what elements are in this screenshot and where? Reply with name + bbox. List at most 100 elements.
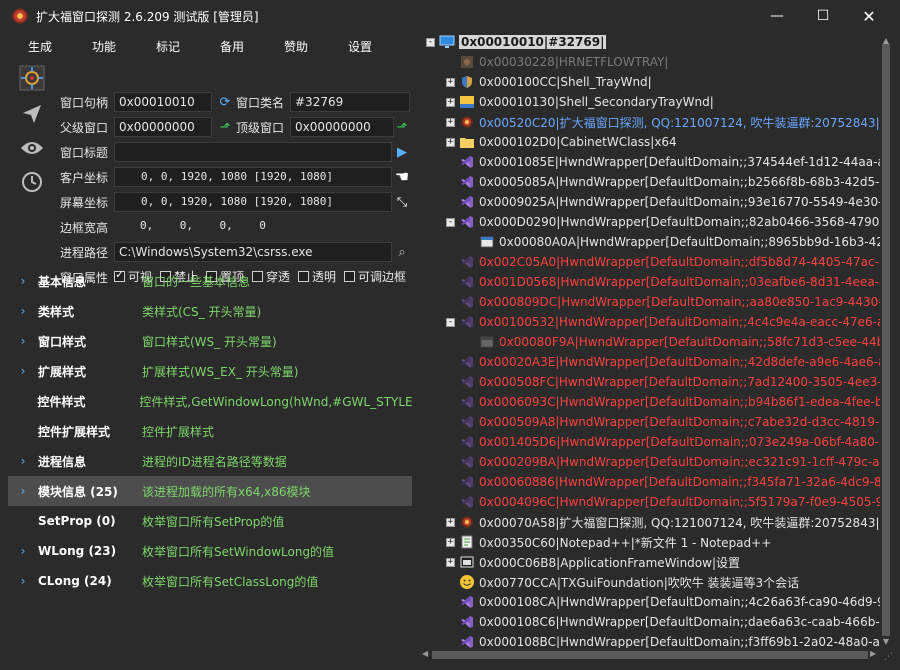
close-button[interactable]: ✕	[846, 0, 892, 32]
tree-node[interactable]: - 0x00100532|HwndWrapper[DefaultDomain;;4…	[446, 312, 880, 332]
tree-node[interactable]: 0x000809DC|HwndWrapper[DefaultDomain;;aa…	[446, 292, 880, 312]
send-icon[interactable]	[18, 100, 46, 128]
section-row[interactable]: › 进程信息 进程的ID进程名路径等数据	[8, 446, 412, 476]
section-row[interactable]: › 模块信息 (25) 该进程加载的所有x64,x86模块	[8, 476, 412, 506]
target-icon	[459, 114, 475, 130]
collapse-minus-icon[interactable]: -	[426, 37, 435, 47]
tree-node[interactable]: 0x00080F9A|HwndWrapper[DefaultDomain;;58…	[466, 332, 880, 352]
vertical-scroll-thumb[interactable]	[882, 44, 890, 636]
section-row[interactable]: › 基本信息 窗口的一些基本信息	[8, 266, 412, 296]
tree-node[interactable]: 0x0006093C|HwndWrapper[DefaultDomain;;b9…	[446, 392, 880, 412]
tree-node[interactable]: 0x00030228|HRNETFLOWTRAY|	[446, 52, 668, 72]
crosshair-finder-icon[interactable]	[18, 64, 46, 92]
section-row[interactable]: › CLong (24) 枚举窗口所有SetClassLong的值	[8, 566, 412, 596]
tree-node[interactable]: 0x000108C6|HwndWrapper[DefaultDomain;;da…	[446, 612, 880, 632]
section-row[interactable]: 控件样式 控件样式,GetWindowLong(hWnd,#GWL_STYLE)	[8, 386, 412, 416]
tree-node[interactable]: +0x00350C60|Notepad++|*新文件 1 - Notepad++	[446, 532, 771, 552]
window-tree[interactable]: - 0x00010010|#32769| 0x00030228|HRNETFLOWT…	[420, 32, 880, 648]
tree-node[interactable]: 0x001405D6|HwndWrapper[DefaultDomain;;07…	[446, 432, 880, 452]
tree-node[interactable]: 0x002C05A0|HwndWrapper[DefaultDomain;;df…	[446, 252, 880, 272]
section-description: 枚举窗口所有SetWindowLong的值	[142, 544, 335, 559]
tree-node[interactable]: 0x000108BC|HwndWrapper[DefaultDomain;;f3…	[446, 632, 880, 648]
top-window-field[interactable]: 0x00000000	[290, 117, 394, 137]
expand-plus-icon[interactable]: +	[446, 537, 455, 547]
clock-icon[interactable]	[18, 168, 46, 196]
chevron-right-icon: ›	[20, 484, 26, 498]
horizontal-scrollbar[interactable]: ◀ ▶	[420, 648, 880, 662]
class-name-field[interactable]: #32769	[290, 92, 410, 112]
expand-plus-icon[interactable]: +	[446, 117, 455, 127]
minimize-button[interactable]: —	[754, 0, 800, 32]
expand-plus-icon[interactable]: +	[446, 77, 455, 87]
parent-window-field[interactable]: 0x00000000	[114, 117, 212, 137]
screen-coords-field[interactable]: 0, 0, 1920, 1080 [1920, 1080]	[114, 192, 392, 212]
window-title-label: 窗口标题	[60, 146, 109, 160]
menu-settings[interactable]: 设置	[328, 38, 392, 55]
tree-node[interactable]: +0x000100CC|Shell_TrayWnd|	[446, 72, 652, 92]
scroll-down-arrow-icon[interactable]: ▼	[880, 637, 892, 647]
tree-node[interactable]: 0x00020A3E|HwndWrapper[DefaultDomain;;42…	[446, 352, 880, 372]
tree-node[interactable]: 0x000108CA|HwndWrapper[DefaultDomain;;4c…	[446, 592, 880, 612]
small-window-dim-icon	[479, 334, 495, 350]
tree-node[interactable]: +0x000C06B8|ApplicationFrameWindow|设置	[446, 552, 740, 572]
menu-generate[interactable]: 生成	[8, 38, 72, 55]
vs-dim-icon	[459, 274, 475, 290]
window-title-field[interactable]	[114, 142, 392, 162]
expand-plus-icon[interactable]: +	[446, 137, 455, 147]
section-row[interactable]: 控件扩展样式 控件扩展样式	[8, 416, 412, 446]
tree-node-label: 0x0004096C|HwndWrapper[DefaultDomain;;5f…	[479, 495, 880, 509]
hand-cursor-icon[interactable]: ☚	[394, 167, 410, 186]
resize-arrow-icon[interactable]: ⤡	[394, 194, 410, 210]
section-description: 窗口样式(WS_ 开头常量)	[142, 334, 277, 349]
tree-node[interactable]: 0x000509A8|HwndWrapper[DefaultDomain;;c7…	[446, 412, 880, 432]
menu-mark[interactable]: 标记	[136, 38, 200, 55]
scroll-right-arrow-icon[interactable]: ▶	[870, 649, 876, 658]
tree-node[interactable]: 0x0005085A|HwndWrapper[DefaultDomain;;b2…	[446, 172, 880, 192]
collapse-minus-icon[interactable]: -	[446, 317, 455, 327]
tree-node[interactable]: - 0x000D0290|HwndWrapper[DefaultDomain;;8…	[446, 212, 880, 232]
vertical-scrollbar[interactable]: ▲ ▼	[880, 32, 892, 648]
tree-node[interactable]: +0x000102D0|CabinetWClass|x64	[446, 132, 677, 152]
tree-node[interactable]: - 0x00010010|#32769|	[426, 32, 607, 52]
horizontal-scroll-thumb[interactable]	[432, 651, 868, 659]
expand-plus-icon[interactable]: +	[446, 97, 455, 107]
tree-node[interactable]: 0x00770CCA|TXGuiFoundation|吹吹牛 装装逼等3个会话	[446, 572, 799, 592]
eye-icon[interactable]	[18, 134, 46, 162]
menu-backup[interactable]: 备用	[200, 38, 264, 55]
tree-node[interactable]: +0x00070A58|扩大福窗口探测, QQ:121007124, 吹牛装逼群…	[446, 512, 880, 532]
section-row[interactable]: › 扩展样式 扩展样式(WS_EX_ 开头常量)	[8, 356, 412, 386]
title-bar: 扩大福窗口探测 2.6.209 测试版 [管理员] — ☐ ✕	[0, 0, 900, 32]
tree-node[interactable]: +0x00520C20|扩大福窗口探测, QQ:121007124, 吹牛装逼群…	[446, 112, 880, 132]
folder-icon	[459, 134, 475, 150]
tree-node[interactable]: +0x00010130|Shell_SecondaryTrayWnd|	[446, 92, 714, 112]
menu-sponsor[interactable]: 赞助	[264, 38, 328, 55]
search-icon[interactable]: ⌕	[394, 244, 410, 260]
menu-function[interactable]: 功能	[72, 38, 136, 55]
expand-plus-icon[interactable]: +	[446, 517, 455, 527]
tree-node[interactable]: 0x0004096C|HwndWrapper[DefaultDomain;;5f…	[446, 492, 880, 512]
resize-grip-icon[interactable]: ⋰	[884, 652, 896, 664]
expand-plus-icon[interactable]: +	[446, 557, 455, 567]
process-path-field[interactable]: C:\Windows\System32\csrss.exe	[114, 242, 392, 262]
client-coords-field[interactable]: 0, 0, 1920, 1080 [1920, 1080]	[114, 167, 392, 187]
shield-icon	[459, 74, 475, 90]
tree-node[interactable]: 0x0009025A|HwndWrapper[DefaultDomain;;93…	[446, 192, 880, 212]
maximize-button[interactable]: ☐	[800, 0, 846, 32]
tree-node[interactable]: 0x0001085E|HwndWrapper[DefaultDomain;;37…	[446, 152, 880, 172]
tree-node[interactable]: 0x00080A0A|HwndWrapper[DefaultDomain;;89…	[466, 232, 880, 252]
collapse-minus-icon[interactable]: -	[446, 217, 455, 227]
tree-node[interactable]: 0x00060886|HwndWrapper[DefaultDomain;;f3…	[446, 472, 880, 492]
section-row[interactable]: › WLong (23) 枚举窗口所有SetWindowLong的值	[8, 536, 412, 566]
section-row[interactable]: SetProp (0) 枚举窗口所有SetProp的值	[8, 506, 412, 536]
section-row[interactable]: › 类样式 类样式(CS_ 开头常量)	[8, 296, 412, 326]
tree-node[interactable]: 0x000209BA|HwndWrapper[DefaultDomain;;ec…	[446, 452, 880, 472]
scroll-left-arrow-icon[interactable]: ◀	[422, 649, 428, 658]
tree-node[interactable]: 0x000508FC|HwndWrapper[DefaultDomain;;7a…	[446, 372, 880, 392]
go-parent-icon[interactable]: ⬏	[217, 119, 233, 135]
hwnd-field[interactable]: 0x00010010	[114, 92, 212, 112]
go-top-icon[interactable]: ⬏	[394, 119, 410, 135]
section-row[interactable]: › 窗口样式 窗口样式(WS_ 开头常量)	[8, 326, 412, 356]
play-icon[interactable]: ▶	[394, 144, 410, 160]
refresh-icon[interactable]: ⟳	[217, 94, 233, 110]
tree-node[interactable]: 0x001D0568|HwndWrapper[DefaultDomain;;03…	[446, 272, 880, 292]
